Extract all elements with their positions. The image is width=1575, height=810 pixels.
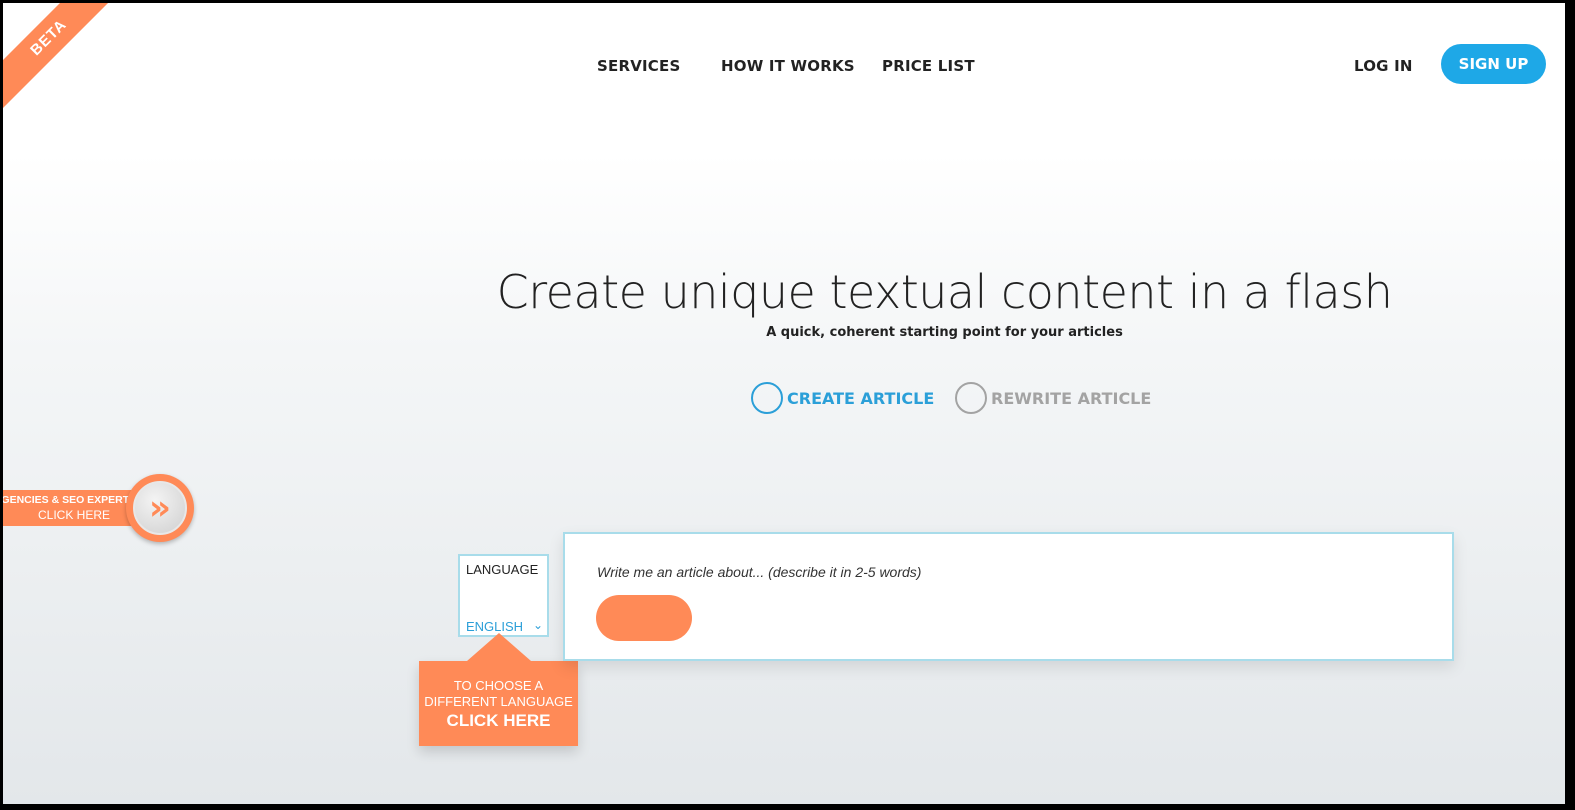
rewrite-article-label: REWRITE ARTICLE [991, 388, 1152, 408]
double-chevron-right-icon: » [133, 481, 187, 535]
login-link[interactable]: LOG IN [1354, 57, 1413, 75]
article-topic-input[interactable] [597, 564, 1417, 580]
submit-button[interactable] [596, 595, 692, 641]
page: BETA SERVICES HOW IT WORKS PRICE LIST LO… [3, 3, 1565, 804]
callout-cta: CLICK HERE [446, 711, 551, 730]
hero-subtitle: A quick, coherent starting point for you… [766, 325, 1123, 340]
signup-button[interactable]: SIGN UP [1441, 44, 1546, 84]
nav-services[interactable]: SERVICES [597, 57, 680, 75]
rewrite-article-option[interactable]: REWRITE ARTICLE [955, 381, 1151, 415]
callout-line-1: TO CHOOSE A [453, 678, 544, 693]
language-callout[interactable]: TO CHOOSE A DIFFERENT LANGUAGE CLICK HER… [419, 633, 578, 746]
language-dropdown[interactable]: ENGLISH ⌄ [466, 618, 543, 634]
language-label: LANGUAGE [466, 562, 539, 577]
nav-price-list[interactable]: PRICE LIST [882, 57, 975, 75]
chevron-down-icon: ⌄ [532, 618, 543, 632]
agency-open-button[interactable]: » [126, 474, 194, 542]
language-value: ENGLISH [466, 619, 524, 634]
beta-ribbon: BETA [3, 3, 125, 114]
radio-circle-icon[interactable] [751, 382, 783, 414]
radio-circle-icon[interactable] [955, 382, 987, 414]
create-article-label: CREATE ARTICLE [787, 388, 935, 408]
create-article-option[interactable]: CREATE ARTICLE [751, 381, 934, 415]
hero-title: Create unique textual content in a flash [496, 265, 1393, 319]
nav-how-it-works[interactable]: HOW IT WORKS [721, 57, 855, 75]
article-input-panel [563, 532, 1454, 661]
callout-line-2: DIFFERENT LANGUAGE [424, 694, 573, 709]
language-selector[interactable]: LANGUAGE ENGLISH ⌄ [458, 554, 549, 637]
